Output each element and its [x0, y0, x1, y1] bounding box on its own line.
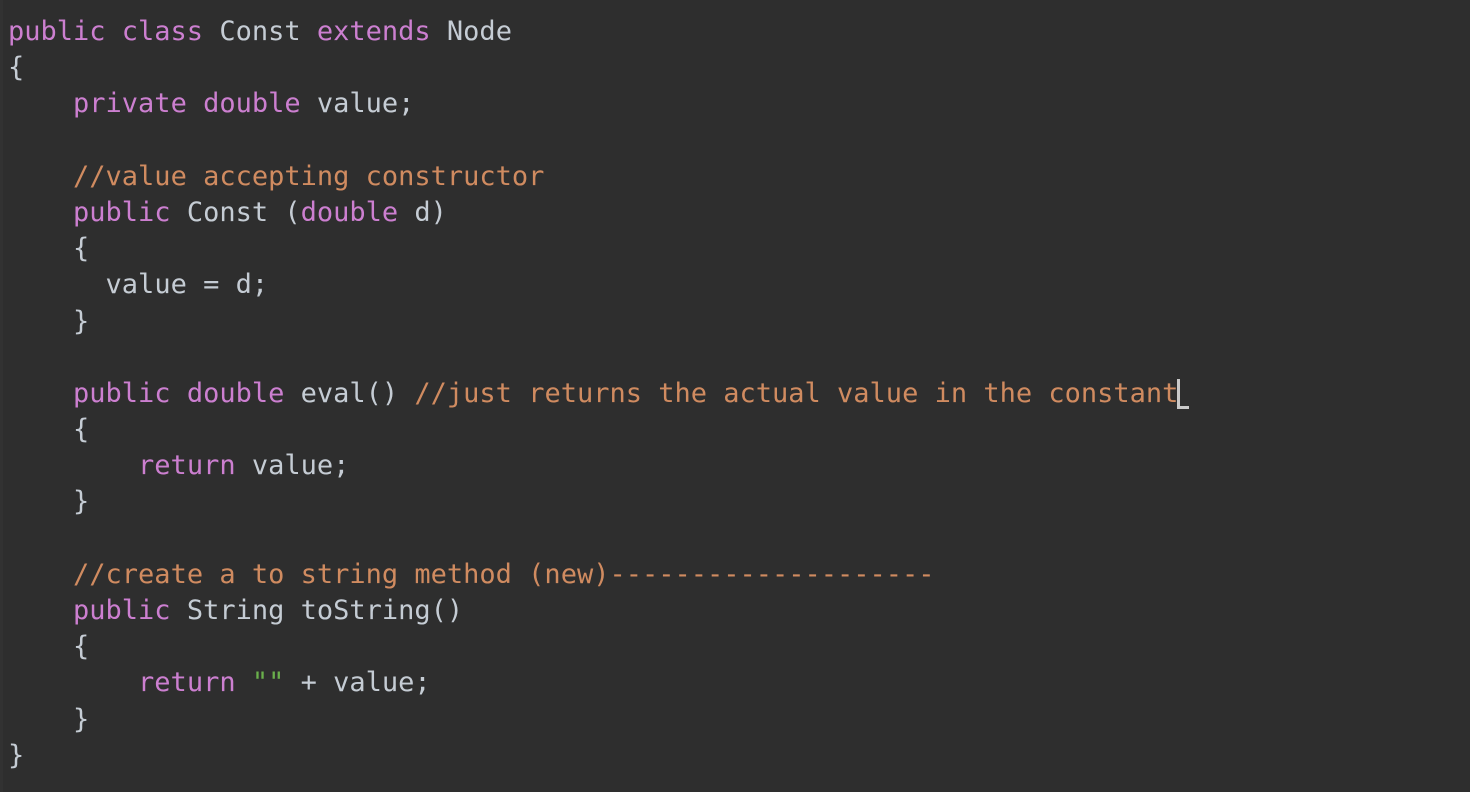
code-token-keyword: double: [300, 196, 415, 228]
code-token-identifier: }: [73, 703, 90, 735]
code-line[interactable]: }: [0, 702, 1189, 738]
code-token-keyword: public: [73, 595, 187, 626]
code-line[interactable]: //create a to string method (new)-------…: [0, 557, 1189, 593]
code-token-keyword: extends: [316, 16, 447, 47]
code-token-string: "": [251, 667, 285, 699]
code-line[interactable]: public double eval() //just returns the …: [0, 376, 1190, 412]
code-line[interactable]: public class Const extends Node: [0, 14, 1189, 50]
code-token-identifier: value;: [251, 450, 350, 482]
code-line-blank[interactable]: [0, 123, 1189, 159]
code-token-comment: //value accepting constructor: [73, 160, 545, 192]
code-line-blank[interactable]: [0, 340, 1189, 376]
code-token-identifier: Const (: [186, 196, 301, 228]
code-line[interactable]: }: [0, 738, 1189, 774]
code-token-identifier: {: [73, 414, 90, 446]
code-content-area[interactable]: public class Const extends Node{ private…: [0, 0, 1190, 774]
code-line[interactable]: }: [0, 484, 1189, 520]
code-token-identifier: eval(): [300, 377, 415, 409]
code-line[interactable]: }: [0, 304, 1189, 340]
code-token-identifier: String toString(): [186, 595, 464, 626]
code-line[interactable]: return "" + value;: [0, 665, 1189, 701]
code-editor[interactable]: public class Const extends Node{ private…: [0, 0, 1470, 792]
code-line[interactable]: {: [0, 412, 1189, 448]
code-token-keyword: public double: [73, 377, 301, 409]
code-token-keyword: private double: [73, 88, 317, 120]
code-token-identifier: + value;: [284, 667, 431, 699]
code-line[interactable]: {: [0, 50, 1189, 86]
code-line[interactable]: private double value;: [0, 86, 1189, 122]
code-token-identifier: d): [414, 196, 447, 228]
code-token-identifier: }: [73, 486, 90, 518]
code-line[interactable]: return value;: [0, 448, 1189, 484]
code-token-identifier: value;: [316, 88, 415, 120]
code-line[interactable]: {: [0, 629, 1189, 665]
code-token-identifier: Const: [219, 16, 317, 47]
code-line[interactable]: {: [0, 231, 1189, 267]
code-token-keyword: return: [138, 667, 252, 699]
code-token-identifier: {: [73, 631, 90, 663]
code-line[interactable]: public Const (double d): [0, 195, 1189, 231]
code-token-comment: //create a to string method (new)-------…: [73, 558, 935, 590]
code-line[interactable]: public String toString(): [0, 593, 1189, 629]
code-token-comment: //just returns the actual value in the c…: [414, 377, 1179, 409]
code-token-keyword: return: [138, 450, 252, 482]
text-caret: [1177, 378, 1190, 409]
code-line[interactable]: value = d;: [0, 267, 1189, 303]
code-line-blank[interactable]: [0, 521, 1189, 557]
code-token-keyword: public: [73, 196, 187, 228]
code-token-identifier: Node: [446, 16, 512, 47]
code-token-identifier: }: [73, 305, 90, 337]
code-line[interactable]: //value accepting constructor: [0, 159, 1189, 195]
code-token-identifier: {: [8, 52, 25, 84]
code-token-identifier: }: [8, 739, 25, 771]
code-token-identifier: {: [73, 233, 90, 265]
code-token-keyword: public class: [8, 16, 220, 47]
code-token-identifier: value = d;: [105, 269, 269, 301]
